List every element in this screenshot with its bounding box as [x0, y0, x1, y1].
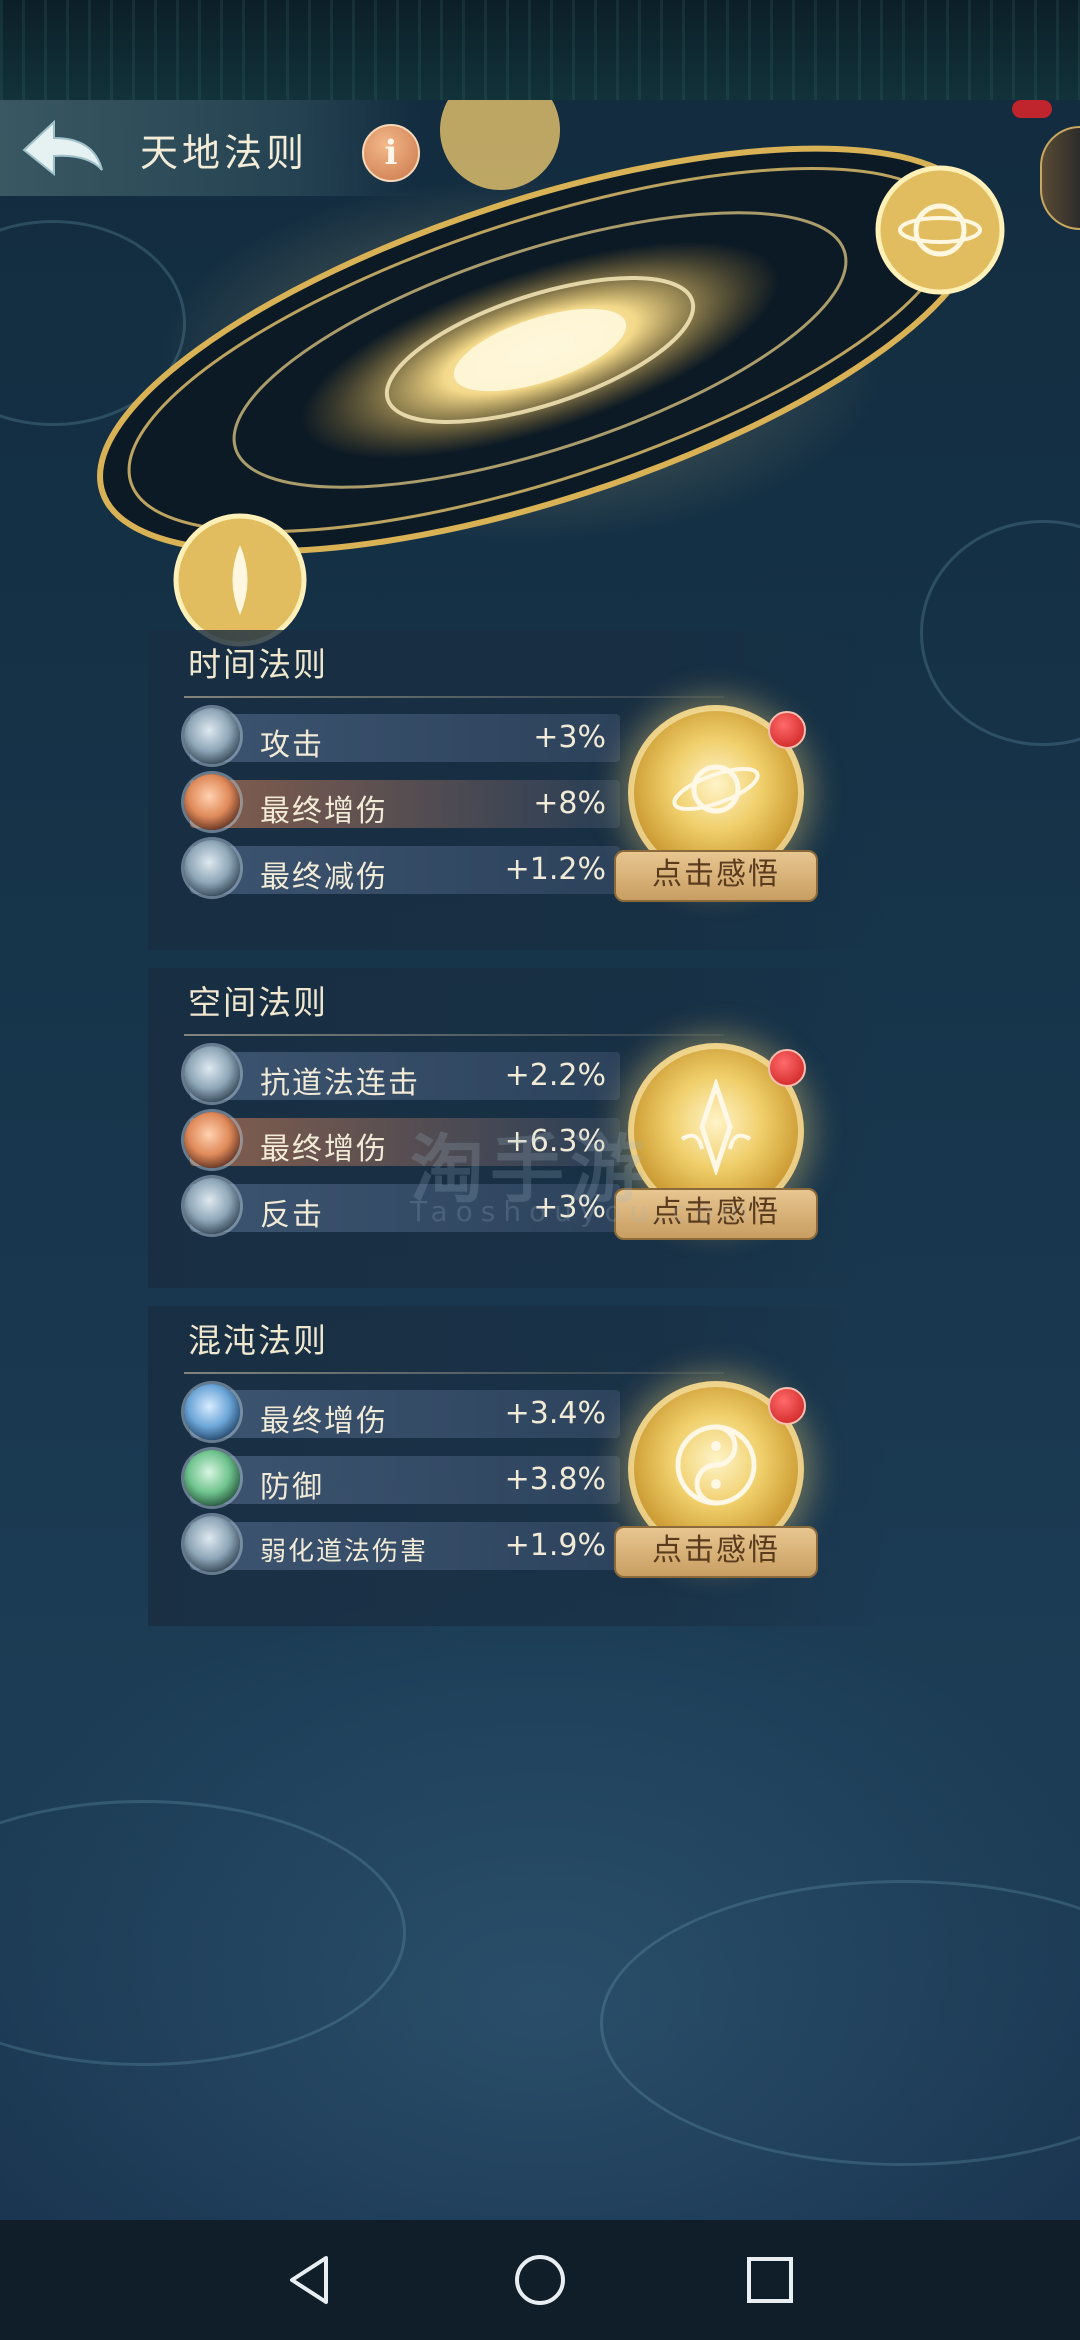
- home-circle-icon[interactable]: [510, 2250, 570, 2310]
- rules-scene: 天地法则 i 时间法则 攻击 +3% 最终增伤 +8% 最终减伤 +1.2% 点…: [0, 100, 1080, 2220]
- stat-value: +8%: [533, 786, 606, 821]
- recents-square-icon[interactable]: [740, 2250, 800, 2310]
- stat-value: +3.8%: [504, 1462, 606, 1497]
- back-triangle-icon[interactable]: [280, 2250, 340, 2310]
- orb-icon: [184, 840, 240, 896]
- stat-row: 最终减伤 +1.2%: [184, 840, 620, 896]
- divider: [184, 1034, 724, 1036]
- stat-row: 防御 +3.8%: [184, 1450, 620, 1506]
- stat-row: 攻击 +3%: [184, 708, 620, 764]
- stat-label: 抗道法连击: [260, 1066, 420, 1101]
- orb-icon: [184, 1112, 240, 1168]
- orb-icon: [184, 708, 240, 764]
- orb-icon: [184, 1384, 240, 1440]
- stat-label: 最终增伤: [260, 1404, 388, 1439]
- status-bar: [0, 0, 1080, 100]
- orb-icon: [184, 1450, 240, 1506]
- stat-label: 最终增伤: [260, 794, 388, 829]
- stat-label: 弱化道法伤害: [260, 1537, 429, 1567]
- cloud-decoration: [0, 1800, 406, 2066]
- notification-dot: [1012, 100, 1052, 118]
- divider: [184, 1372, 724, 1374]
- cloud-decoration: [600, 1880, 1080, 2166]
- stat-row: 抗道法连击 +2.2%: [184, 1046, 620, 1102]
- notification-dot: [768, 711, 806, 749]
- stat-label: 反击: [260, 1198, 324, 1233]
- orb-icon: [184, 1178, 240, 1234]
- notification-dot: [768, 1049, 806, 1087]
- stat-value: +3%: [533, 720, 606, 755]
- stat-row: 弱化道法伤害 +1.9%: [184, 1516, 620, 1572]
- info-button[interactable]: i: [362, 124, 420, 182]
- orb-icon: [184, 1046, 240, 1102]
- planet-icon: [672, 764, 760, 814]
- system-nav-bar: [0, 2220, 1080, 2340]
- comprehend-button[interactable]: 点击感悟: [614, 1526, 818, 1578]
- top-bar: 天地法则 i: [0, 100, 420, 196]
- section-title: 混沌法则: [188, 1321, 328, 1360]
- stat-value: +2.2%: [504, 1058, 606, 1093]
- stat-row: 最终增伤 +3.4%: [184, 1384, 620, 1440]
- stat-value: +3.4%: [504, 1396, 606, 1431]
- stat-label: 最终减伤: [260, 860, 388, 895]
- watermark-url: Taoshouyou.com: [410, 1195, 757, 1228]
- stat-label: 防御: [260, 1470, 324, 1505]
- section-title: 空间法则: [188, 983, 328, 1022]
- section-title: 时间法则: [188, 645, 328, 684]
- notification-dot: [768, 1387, 806, 1425]
- stat-label: 最终增伤: [260, 1132, 388, 1167]
- divider: [184, 696, 724, 698]
- stat-value: +1.2%: [504, 852, 606, 887]
- orb-icon: [184, 774, 240, 830]
- orb-icon: [184, 1516, 240, 1572]
- crystal-icon: [680, 1079, 752, 1175]
- stat-value: +1.9%: [504, 1528, 606, 1563]
- stat-row: 最终增伤 +8%: [184, 774, 620, 830]
- back-arrow-icon: [22, 119, 103, 177]
- stat-label: 攻击: [260, 728, 324, 763]
- yin-yang-icon: [675, 1424, 757, 1506]
- comprehend-button[interactable]: 点击感悟: [614, 850, 818, 902]
- back-button[interactable]: [18, 114, 108, 180]
- page-title: 天地法则: [140, 131, 309, 175]
